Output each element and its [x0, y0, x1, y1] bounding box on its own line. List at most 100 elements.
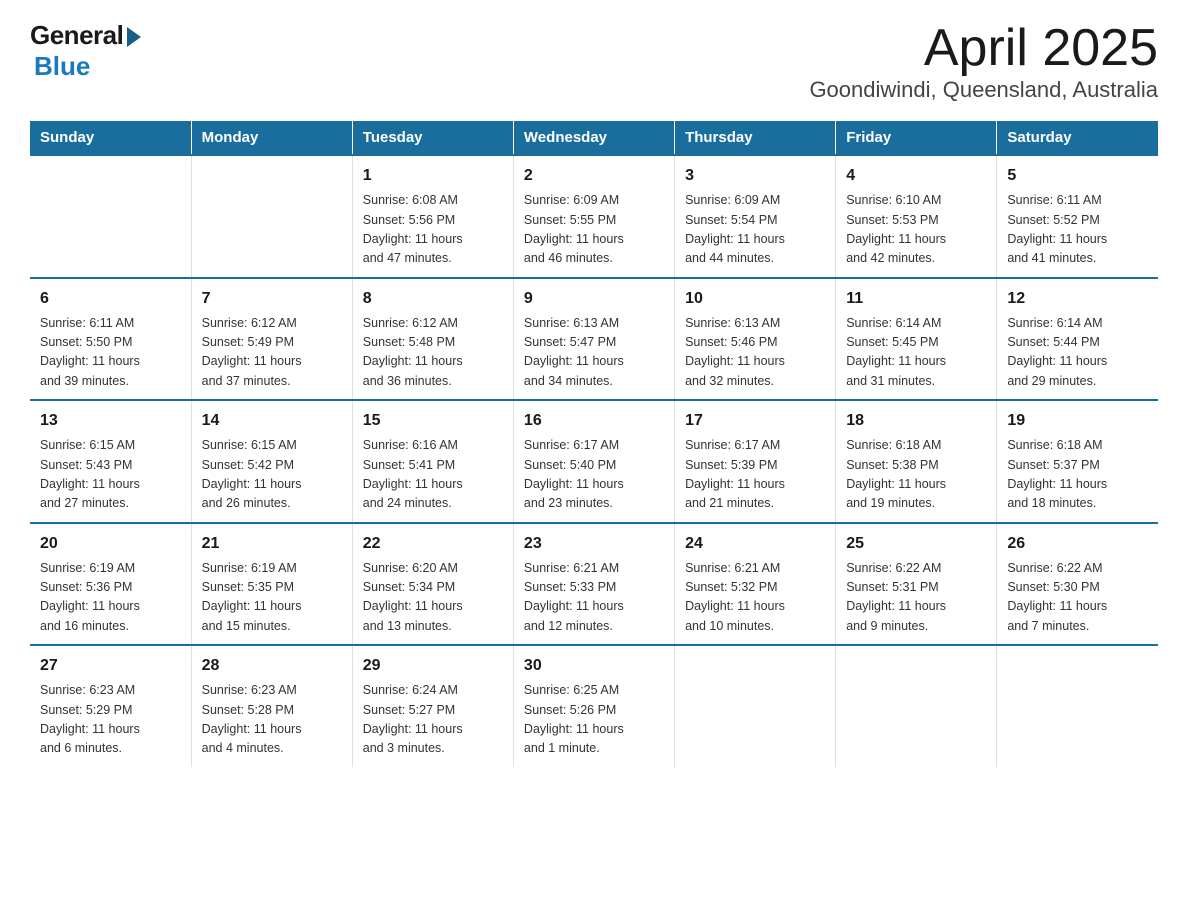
- day-number: 9: [524, 287, 664, 311]
- logo: General Blue: [30, 20, 141, 82]
- day-info: Sunrise: 6:12 AM Sunset: 5:48 PM Dayligh…: [363, 314, 503, 392]
- calendar-header-row: SundayMondayTuesdayWednesdayThursdayFrid…: [30, 121, 1158, 155]
- calendar-cell: 2Sunrise: 6:09 AM Sunset: 5:55 PM Daylig…: [513, 155, 674, 278]
- logo-arrow-icon: [127, 27, 141, 47]
- day-number: 27: [40, 654, 181, 678]
- day-number: 30: [524, 654, 664, 678]
- day-info: Sunrise: 6:13 AM Sunset: 5:46 PM Dayligh…: [685, 314, 825, 392]
- day-info: Sunrise: 6:23 AM Sunset: 5:28 PM Dayligh…: [202, 681, 342, 759]
- day-number: 21: [202, 532, 342, 556]
- logo-blue-text: Blue: [34, 51, 90, 82]
- calendar-cell: 20 Sunrise: 6:19 AM Sunset: 5:36 PM Dayli…: [30, 523, 191, 646]
- day-number: 4: [846, 164, 986, 188]
- calendar-cell: 23 Sunrise: 6:21 AM Sunset: 5:33 PM Dayli…: [513, 523, 674, 646]
- calendar-cell: [675, 645, 836, 767]
- page-title: April 2025: [809, 20, 1158, 77]
- day-number: 22: [363, 532, 503, 556]
- day-number: 29: [363, 654, 503, 678]
- calendar-cell: 25 Sunrise: 6:22 AM Sunset: 5:31 PM Dayli…: [836, 523, 997, 646]
- day-info: Sunrise: 6:15 AM Sunset: 5:43 PM Dayligh…: [40, 436, 181, 514]
- day-info: Sunrise: 6:16 AM Sunset: 5:41 PM Dayligh…: [363, 436, 503, 514]
- calendar-cell: 3 Sunrise: 6:09 AM Sunset: 5:54 PM Daylig…: [675, 155, 836, 278]
- day-number: 26: [1007, 532, 1148, 556]
- calendar-cell: 10 Sunrise: 6:13 AM Sunset: 5:46 PM Dayli…: [675, 278, 836, 401]
- calendar-cell: 14 Sunrise: 6:15 AM Sunset: 5:42 PM Dayli…: [191, 400, 352, 523]
- day-number: 8: [363, 287, 503, 311]
- calendar-header-sunday: Sunday: [30, 121, 191, 155]
- calendar-cell: 21 Sunrise: 6:19 AM Sunset: 5:35 PM Dayli…: [191, 523, 352, 646]
- calendar-cell: 13 Sunrise: 6:15 AM Sunset: 5:43 PM Dayli…: [30, 400, 191, 523]
- day-info: Sunrise: 6:19 AM Sunset: 5:36 PM Dayligh…: [40, 559, 181, 637]
- calendar-cell: 24Sunrise: 6:21 AM Sunset: 5:32 PM Dayli…: [675, 523, 836, 646]
- calendar-cell: 19 Sunrise: 6:18 AM Sunset: 5:37 PM Dayli…: [997, 400, 1158, 523]
- day-number: 16: [524, 409, 664, 433]
- calendar-cell: [191, 155, 352, 278]
- day-info: Sunrise: 6:09 AM Sunset: 5:54 PM Dayligh…: [685, 191, 825, 269]
- day-info: Sunrise: 6:14 AM Sunset: 5:44 PM Dayligh…: [1007, 314, 1148, 392]
- title-area: April 2025 Goondiwindi, Queensland, Aust…: [809, 20, 1158, 103]
- calendar-cell: 9 Sunrise: 6:13 AM Sunset: 5:47 PM Daylig…: [513, 278, 674, 401]
- calendar-header-saturday: Saturday: [997, 121, 1158, 155]
- day-number: 12: [1007, 287, 1148, 311]
- calendar-cell: [30, 155, 191, 278]
- day-info: Sunrise: 6:21 AM Sunset: 5:33 PM Dayligh…: [524, 559, 664, 637]
- day-info: Sunrise: 6:13 AM Sunset: 5:47 PM Dayligh…: [524, 314, 664, 392]
- day-info: Sunrise: 6:17 AM Sunset: 5:40 PM Dayligh…: [524, 436, 664, 514]
- calendar-header-monday: Monday: [191, 121, 352, 155]
- day-number: 23: [524, 532, 664, 556]
- day-number: 1: [363, 164, 503, 188]
- day-number: 28: [202, 654, 342, 678]
- day-info: Sunrise: 6:15 AM Sunset: 5:42 PM Dayligh…: [202, 436, 342, 514]
- day-number: 3: [685, 164, 825, 188]
- day-info: Sunrise: 6:18 AM Sunset: 5:38 PM Dayligh…: [846, 436, 986, 514]
- day-info: Sunrise: 6:11 AM Sunset: 5:52 PM Dayligh…: [1007, 191, 1148, 269]
- calendar-cell: 26Sunrise: 6:22 AM Sunset: 5:30 PM Dayli…: [997, 523, 1158, 646]
- day-info: Sunrise: 6:14 AM Sunset: 5:45 PM Dayligh…: [846, 314, 986, 392]
- day-number: 19: [1007, 409, 1148, 433]
- day-number: 11: [846, 287, 986, 311]
- day-info: Sunrise: 6:19 AM Sunset: 5:35 PM Dayligh…: [202, 559, 342, 637]
- calendar-cell: 17 Sunrise: 6:17 AM Sunset: 5:39 PM Dayli…: [675, 400, 836, 523]
- calendar-week-row: 6 Sunrise: 6:11 AM Sunset: 5:50 PM Daylig…: [30, 278, 1158, 401]
- calendar-cell: 12 Sunrise: 6:14 AM Sunset: 5:44 PM Dayli…: [997, 278, 1158, 401]
- calendar-cell: 8 Sunrise: 6:12 AM Sunset: 5:48 PM Daylig…: [352, 278, 513, 401]
- day-number: 13: [40, 409, 181, 433]
- calendar-cell: 5 Sunrise: 6:11 AM Sunset: 5:52 PM Daylig…: [997, 155, 1158, 278]
- calendar-header-wednesday: Wednesday: [513, 121, 674, 155]
- day-number: 14: [202, 409, 342, 433]
- calendar-cell: [836, 645, 997, 767]
- day-info: Sunrise: 6:22 AM Sunset: 5:31 PM Dayligh…: [846, 559, 986, 637]
- day-info: Sunrise: 6:12 AM Sunset: 5:49 PM Dayligh…: [202, 314, 342, 392]
- day-info: Sunrise: 6:09 AM Sunset: 5:55 PM Dayligh…: [524, 191, 664, 269]
- calendar-cell: 7Sunrise: 6:12 AM Sunset: 5:49 PM Daylig…: [191, 278, 352, 401]
- day-number: 20: [40, 532, 181, 556]
- calendar-cell: 18 Sunrise: 6:18 AM Sunset: 5:38 PM Dayli…: [836, 400, 997, 523]
- day-number: 25: [846, 532, 986, 556]
- calendar-cell: 30 Sunrise: 6:25 AM Sunset: 5:26 PM Dayli…: [513, 645, 674, 767]
- page-subtitle: Goondiwindi, Queensland, Australia: [809, 77, 1158, 103]
- calendar-cell: 4Sunrise: 6:10 AM Sunset: 5:53 PM Daylig…: [836, 155, 997, 278]
- calendar-week-row: 20 Sunrise: 6:19 AM Sunset: 5:36 PM Dayli…: [30, 523, 1158, 646]
- day-number: 5: [1007, 164, 1148, 188]
- day-info: Sunrise: 6:25 AM Sunset: 5:26 PM Dayligh…: [524, 681, 664, 759]
- calendar-cell: 15 Sunrise: 6:16 AM Sunset: 5:41 PM Dayli…: [352, 400, 513, 523]
- day-number: 15: [363, 409, 503, 433]
- calendar-header-friday: Friday: [836, 121, 997, 155]
- calendar-cell: 6 Sunrise: 6:11 AM Sunset: 5:50 PM Daylig…: [30, 278, 191, 401]
- day-info: Sunrise: 6:17 AM Sunset: 5:39 PM Dayligh…: [685, 436, 825, 514]
- calendar-cell: 28 Sunrise: 6:23 AM Sunset: 5:28 PM Dayli…: [191, 645, 352, 767]
- day-number: 6: [40, 287, 181, 311]
- calendar-week-row: 27 Sunrise: 6:23 AM Sunset: 5:29 PM Dayli…: [30, 645, 1158, 767]
- day-info: Sunrise: 6:11 AM Sunset: 5:50 PM Dayligh…: [40, 314, 181, 392]
- day-number: 17: [685, 409, 825, 433]
- calendar-cell: [997, 645, 1158, 767]
- calendar-table: SundayMondayTuesdayWednesdayThursdayFrid…: [30, 121, 1158, 767]
- day-number: 18: [846, 409, 986, 433]
- day-info: Sunrise: 6:23 AM Sunset: 5:29 PM Dayligh…: [40, 681, 181, 759]
- day-number: 10: [685, 287, 825, 311]
- calendar-cell: 27 Sunrise: 6:23 AM Sunset: 5:29 PM Dayli…: [30, 645, 191, 767]
- day-number: 24: [685, 532, 825, 556]
- calendar-week-row: 13 Sunrise: 6:15 AM Sunset: 5:43 PM Dayli…: [30, 400, 1158, 523]
- calendar-week-row: 1Sunrise: 6:08 AM Sunset: 5:56 PM Daylig…: [30, 155, 1158, 278]
- day-info: Sunrise: 6:18 AM Sunset: 5:37 PM Dayligh…: [1007, 436, 1148, 514]
